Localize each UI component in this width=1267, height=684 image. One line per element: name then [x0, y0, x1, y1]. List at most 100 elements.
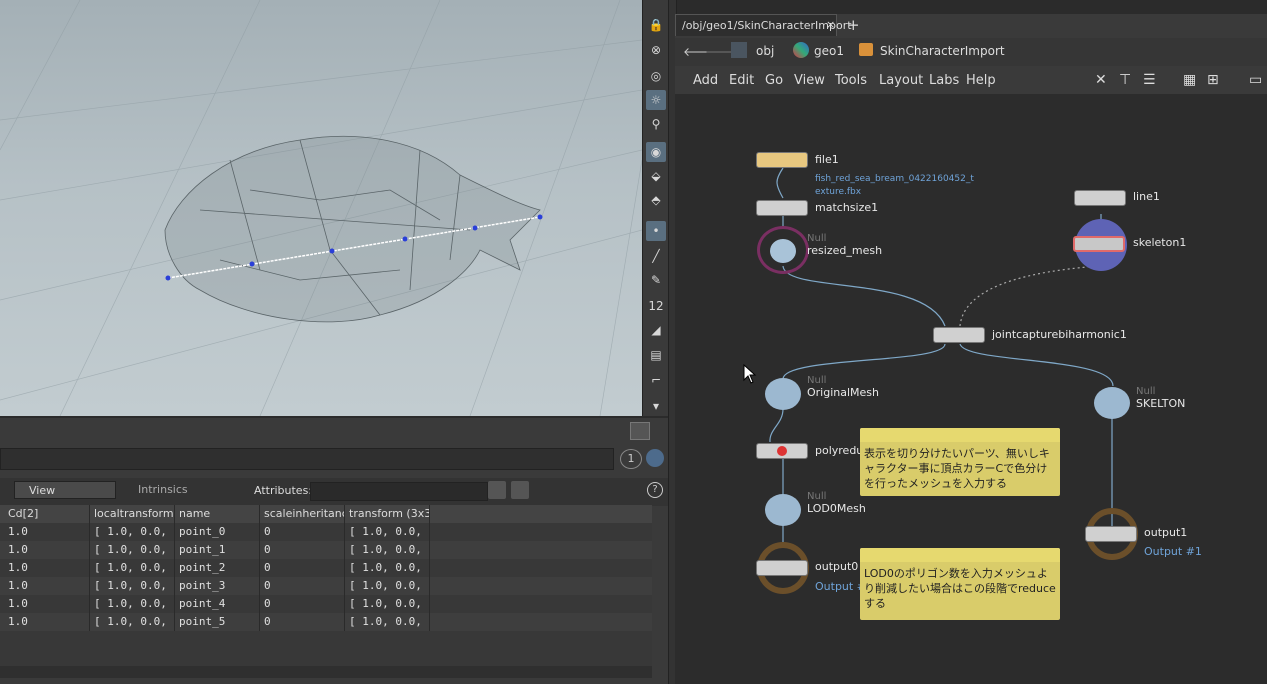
tree-icon[interactable]: ⊤ — [1119, 72, 1131, 88]
node-skelton[interactable] — [1094, 387, 1130, 419]
table-cell: 1.0 — [4, 613, 90, 631]
table-cell: point_2 — [175, 559, 260, 577]
table-row[interactable]: 1.0 [ 1.0, 0.0, point_0 0 [ 1.0, 0.0, — [0, 523, 652, 541]
handle-icon[interactable]: ⚲ — [646, 114, 666, 134]
table-cell: [ 1.0, 0.0, — [345, 541, 430, 559]
node-label: resized_mesh — [807, 244, 883, 257]
polyreduce-icon — [777, 446, 787, 456]
node-path-field[interactable] — [0, 448, 614, 470]
node-label: LOD0Mesh — [807, 502, 866, 515]
table-row[interactable]: 1.0 [ 1.0, 0.0, point_3 0 [ 1.0, 0.0, — [0, 577, 652, 595]
breadcrumb-obj[interactable]: obj — [756, 44, 774, 58]
intrinsics-dropdown[interactable]: Intrinsics — [128, 481, 246, 499]
node-label: file1 — [815, 153, 839, 166]
network-editor[interactable]: file1 fish_red_sea_bream_0422160452_t ex… — [675, 94, 1267, 684]
pane-toggle-icon[interactable] — [630, 422, 650, 440]
grid-icon[interactable]: ⊞ — [1207, 72, 1219, 88]
pen-icon[interactable]: ✎ — [646, 270, 666, 290]
add-tab-button[interactable]: + — [847, 16, 860, 34]
menu-edit[interactable]: Edit — [729, 73, 754, 88]
tab-network[interactable]: /obj/geo1/SkinCharacterImport × — [675, 14, 852, 36]
node-originalmesh[interactable] — [765, 378, 801, 410]
node-label: polyredu — [815, 444, 864, 457]
table-cell: point_4 — [175, 595, 260, 613]
stack-icon[interactable]: ▤ — [646, 345, 666, 365]
tools-icon[interactable]: ✕ — [1095, 72, 1107, 88]
network-header: /obj/geo1/SkinCharacterImport × + 🡐 🡒 ob… — [675, 14, 1267, 94]
node-line1[interactable] — [1074, 190, 1126, 206]
menu-add[interactable]: Add — [693, 73, 718, 88]
column-header[interactable]: transform (3x3) — [345, 505, 430, 523]
node-label: skeleton1 — [1133, 236, 1187, 249]
sync-icon[interactable] — [646, 449, 664, 467]
menu-view[interactable]: View — [794, 73, 825, 88]
column-header[interactable]: scaleinheritanc — [260, 505, 345, 523]
node-polyreduce[interactable] — [756, 443, 808, 459]
fish-mesh — [164, 135, 541, 323]
menu-layout[interactable]: Layout — [879, 73, 923, 88]
table-row[interactable]: 1.0 [ 1.0, 0.0, point_1 0 [ 1.0, 0.0, — [0, 541, 652, 559]
table-cell: [ 1.0, 0.0, — [90, 613, 175, 631]
sticky-note[interactable]: 表示を切り分けたいパーツ、無いしキャラクター事に頂点カラーCで色分けを行ったメッ… — [860, 428, 1060, 496]
node-jointcapturebiharmonic1[interactable] — [933, 327, 985, 343]
list-icon[interactable]: ☰ — [1143, 72, 1156, 88]
table-cell: 1.0 — [4, 595, 90, 613]
sticky-note[interactable]: LOD0のポリゴン数を入力メッシュより削減したい場合はこの段階でreduceする — [860, 548, 1060, 620]
close-icon[interactable]: × — [826, 18, 835, 31]
menu-go[interactable]: Go — [765, 73, 783, 88]
corner-icon[interactable]: ⌐ — [646, 370, 666, 390]
snap-icon[interactable]: ⬙ — [646, 166, 666, 186]
column-header[interactable]: Cd[2] — [4, 505, 90, 523]
table-row[interactable]: 1.0 [ 1.0, 0.0, point_5 0 [ 1.0, 0.0, — [0, 613, 652, 631]
table-cell: [ 1.0, 0.0, — [345, 595, 430, 613]
node-type: Null — [807, 233, 827, 244]
horizontal-scrollbar[interactable] — [0, 666, 652, 678]
node-resized-mesh[interactable] — [757, 226, 809, 274]
node-label: line1 — [1133, 190, 1160, 203]
help-icon[interactable]: ? — [647, 482, 663, 498]
spreadsheet-table: Cd[2] localtransform ( name scaleinherit… — [0, 505, 652, 673]
select-icon[interactable]: ⊗ — [646, 40, 666, 60]
light-icon[interactable]: ☼ — [646, 90, 666, 110]
chevron-down-icon[interactable]: ▾ — [646, 396, 666, 416]
node-type: Null — [1136, 386, 1156, 397]
eraser-icon[interactable]: ◢ — [646, 320, 666, 340]
paint-icon[interactable]: ╱ — [646, 246, 666, 266]
node-lod0mesh[interactable] — [765, 494, 801, 526]
node-matchsize1[interactable] — [756, 200, 808, 216]
grid-color-icon[interactable]: ▦ — [1183, 72, 1196, 88]
table-row[interactable]: 1.0 [ 1.0, 0.0, point_4 0 [ 1.0, 0.0, — [0, 595, 652, 613]
attributes-input[interactable] — [310, 482, 488, 501]
column-header[interactable]: name — [175, 505, 260, 523]
node-file1[interactable] — [756, 152, 808, 168]
node-label: SKELTON — [1136, 397, 1186, 410]
lock-icon[interactable]: 🔒 — [646, 15, 666, 35]
viewport[interactable] — [0, 0, 642, 416]
brush-icon[interactable]: ⬘ — [646, 190, 666, 210]
table-cell: 0 — [260, 577, 345, 595]
table-row[interactable]: 1.0 [ 1.0, 0.0, point_2 0 [ 1.0, 0.0, — [0, 559, 652, 577]
attributes-label: Attributes: — [254, 484, 313, 497]
breadcrumb-skincharacterimport[interactable]: SkinCharacterImport — [880, 44, 1005, 58]
table-cell: 1.0 — [4, 523, 90, 541]
breadcrumb-geo1[interactable]: geo1 — [814, 44, 844, 58]
column-header[interactable]: localtransform ( — [90, 505, 175, 523]
table-cell: 0 — [260, 541, 345, 559]
geo-icon — [793, 42, 809, 58]
filter-icon[interactable] — [488, 481, 506, 499]
node-skeleton1[interactable] — [1073, 236, 1125, 252]
table-cell: 0 — [260, 523, 345, 541]
viewport-toolbar: 🔒 ⊗ ◎ ☼ ⚲ ◉ ⬙ ⬘ • ╱ ✎ 12 ◢ ▤ ⌐ ▾ — [642, 0, 669, 416]
menu-tools[interactable]: Tools — [835, 73, 867, 88]
camera-icon[interactable]: ◉ — [646, 142, 666, 162]
table-header: Cd[2] localtransform ( name scaleinherit… — [0, 505, 652, 523]
menu-labs[interactable]: Labs — [929, 73, 959, 88]
view-dropdown[interactable]: View — [14, 481, 116, 499]
page-number[interactable]: 1 — [620, 449, 642, 469]
export-icon[interactable] — [511, 481, 529, 499]
menu-help[interactable]: Help — [966, 73, 996, 88]
point-mode-icon[interactable]: • — [646, 221, 666, 241]
numbers-icon[interactable]: 12 — [646, 296, 666, 316]
view-icon[interactable]: ◎ — [646, 66, 666, 86]
pane-menu-icon[interactable]: ▭ — [1249, 72, 1262, 88]
